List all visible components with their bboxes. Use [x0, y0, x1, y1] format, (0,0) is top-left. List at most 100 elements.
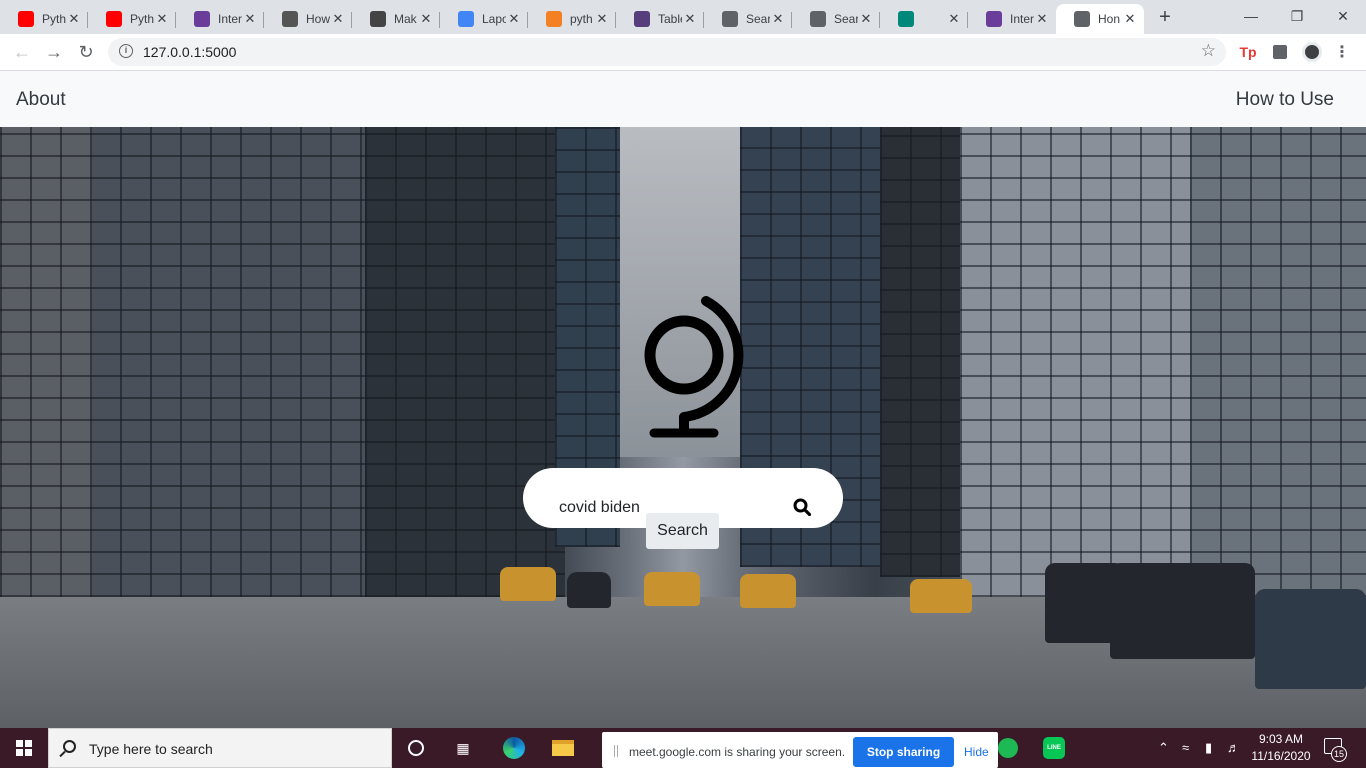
search-button[interactable]: Search: [646, 513, 719, 549]
extension-tp-icon[interactable]: Tp: [1238, 42, 1258, 62]
tab-title: Sear: [746, 12, 770, 26]
tab-title: Pyth: [42, 12, 66, 26]
volume-icon[interactable]: ♬: [1227, 740, 1240, 755]
bookmark-star-icon[interactable]: ☆: [1201, 41, 1216, 61]
notification-count-badge: 15: [1331, 746, 1347, 762]
tab-title: Table: [658, 12, 682, 26]
share-message: meet.google.com is sharing your screen.: [629, 745, 846, 759]
tab-strip: Pyth✕Pyth✕Inter✕How✕Mak✕Lapo✕pyth✕Table✕…: [0, 0, 1366, 34]
extensions-puzzle-icon[interactable]: [1270, 42, 1290, 62]
close-window-button[interactable]: ✕: [1320, 0, 1366, 32]
start-button[interactable]: [0, 728, 48, 768]
stackoverflow-icon: [546, 11, 562, 27]
tab-title: Inter: [218, 12, 242, 26]
nbc-icon: [194, 11, 210, 27]
show-hidden-icons-chevron-icon[interactable]: ⌃: [1158, 740, 1169, 756]
address-url[interactable]: 127.0.0.1:5000: [143, 44, 236, 60]
globe-logo-icon: [644, 296, 744, 438]
close-tab-icon[interactable]: ✕: [946, 11, 962, 27]
browser-tab[interactable]: Hon ✕: [1056, 4, 1144, 34]
close-tab-icon[interactable]: ✕: [506, 11, 522, 27]
tab-title: Mak: [394, 12, 417, 26]
profile-avatar-icon[interactable]: [1302, 42, 1322, 62]
stop-sharing-button[interactable]: Stop sharing: [853, 737, 954, 767]
minimize-button[interactable]: —: [1228, 0, 1274, 32]
close-tab-icon[interactable]: ✕: [154, 11, 170, 27]
browser-tab[interactable]: Inter ✕: [176, 4, 264, 34]
search-query-text[interactable]: covid biden: [559, 499, 640, 517]
youtube-icon: [18, 11, 34, 27]
nav-how-to-use-link[interactable]: How to Use: [1236, 89, 1334, 111]
nav-about-link[interactable]: About: [16, 89, 66, 111]
web-page: About How to Use covid biden Search: [0, 71, 1366, 728]
hide-share-bar-button[interactable]: Hide: [964, 745, 989, 759]
battery-icon[interactable]: ▮: [1205, 740, 1212, 756]
table-icon: [370, 11, 386, 27]
bootstrap-icon: [634, 11, 650, 27]
taskbar-clock[interactable]: 9:03 AM 11/16/2020: [1246, 731, 1316, 765]
browser-tab[interactable]: How ✕: [264, 4, 352, 34]
tab-title: Hon: [1098, 12, 1121, 26]
site-info-icon[interactable]: i: [119, 44, 133, 58]
clock-date: 11/16/2020: [1251, 749, 1311, 763]
browser-tab[interactable]: Sear ✕: [704, 4, 792, 34]
forward-button[interactable]: →: [41, 39, 67, 65]
youtube-icon: [106, 11, 122, 27]
close-tab-icon[interactable]: ✕: [858, 11, 874, 27]
tab-title: Inter: [1010, 12, 1034, 26]
browser-tab[interactable]: pyth ✕: [528, 4, 616, 34]
tab-title: How: [306, 12, 330, 26]
globe-icon: [810, 11, 826, 27]
screen-share-notification: meet.google.com is sharing your screen. …: [602, 732, 998, 768]
tab-title: Sear: [834, 12, 858, 26]
clock-time: 9:03 AM: [1258, 732, 1304, 746]
browser-menu-icon[interactable]: ⋮: [1332, 42, 1352, 62]
browser-toolbar: ← → ↻ i 127.0.0.1:5000 ☆ Tp ⋮: [0, 34, 1366, 71]
file-explorer-icon[interactable]: [551, 736, 575, 760]
browser-tab[interactable]: Mak ✕: [352, 4, 440, 34]
edge-browser-icon[interactable]: [502, 736, 526, 760]
back-button[interactable]: ←: [9, 39, 35, 65]
wifi-icon[interactable]: ≈: [1182, 740, 1189, 755]
tab-title: pyth: [570, 12, 593, 26]
close-tab-icon[interactable]: ✕: [594, 11, 610, 27]
nbc-icon: [986, 11, 1002, 27]
close-tab-icon[interactable]: ✕: [330, 11, 346, 27]
globe-icon: [722, 11, 738, 27]
tab-title: Pyth: [130, 12, 154, 26]
meet-icon: [898, 11, 914, 27]
line-app-icon[interactable]: LINE: [1042, 736, 1066, 760]
taskbar-search-placeholder[interactable]: Type here to search: [89, 741, 213, 757]
close-tab-icon[interactable]: ✕: [1122, 11, 1138, 27]
city-background-image: covid biden Search: [0, 127, 1366, 728]
cortana-icon[interactable]: [404, 736, 428, 760]
close-tab-icon[interactable]: ✕: [66, 11, 82, 27]
close-tab-icon[interactable]: ✕: [1034, 11, 1050, 27]
close-tab-icon[interactable]: ✕: [242, 11, 258, 27]
search-icon[interactable]: [793, 498, 811, 516]
browser-tab[interactable]: Table✕: [616, 4, 704, 34]
windows-logo-icon: [16, 740, 32, 756]
code-icon: [282, 11, 298, 27]
drag-handle-icon[interactable]: [614, 745, 618, 757]
browser-tab[interactable]: Lapo ✕: [440, 4, 528, 34]
task-view-icon[interactable]: ▦: [451, 736, 475, 760]
spotify-icon[interactable]: [996, 736, 1020, 760]
reload-button[interactable]: ↻: [73, 39, 99, 65]
site-navbar: About How to Use: [0, 71, 1366, 127]
browser-tab[interactable]: ✕: [880, 4, 968, 34]
close-tab-icon[interactable]: ✕: [682, 11, 698, 27]
globe-icon: [1074, 11, 1090, 27]
close-tab-icon[interactable]: ✕: [418, 11, 434, 27]
new-tab-button[interactable]: +: [1154, 6, 1176, 28]
taskbar-search-box[interactable]: Type here to search: [48, 728, 392, 768]
address-bar[interactable]: i 127.0.0.1:5000 ☆: [108, 38, 1226, 66]
browser-tab[interactable]: Pyth ✕: [0, 4, 88, 34]
restore-button[interactable]: ❐: [1274, 0, 1320, 32]
close-tab-icon[interactable]: ✕: [770, 11, 786, 27]
tab-title: Lapo: [482, 12, 506, 26]
docs-icon: [458, 11, 474, 27]
browser-tab[interactable]: Inter ✕: [968, 4, 1056, 34]
browser-tab[interactable]: Sear ✕: [792, 4, 880, 34]
browser-tab[interactable]: Pyth ✕: [88, 4, 176, 34]
